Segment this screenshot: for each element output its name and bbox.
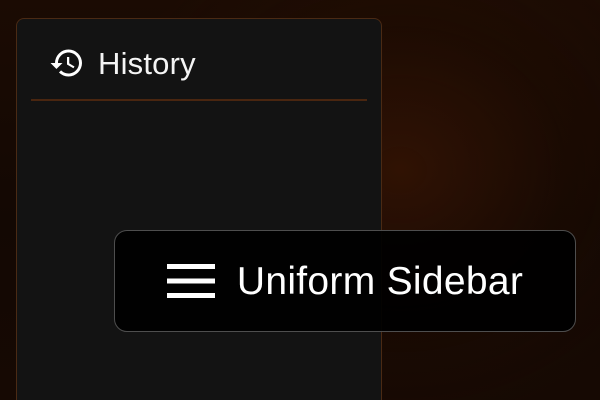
menu-icon — [166, 264, 215, 298]
history-header[interactable]: History — [49, 45, 196, 81]
history-sidebar-panel: History — [16, 18, 382, 400]
header-divider — [31, 99, 367, 101]
history-title: History — [98, 45, 196, 81]
overlay-title: Uniform Sidebar — [236, 259, 524, 303]
uniform-sidebar-label: Uniform Sidebar — [114, 230, 576, 332]
history-icon — [50, 49, 82, 77]
